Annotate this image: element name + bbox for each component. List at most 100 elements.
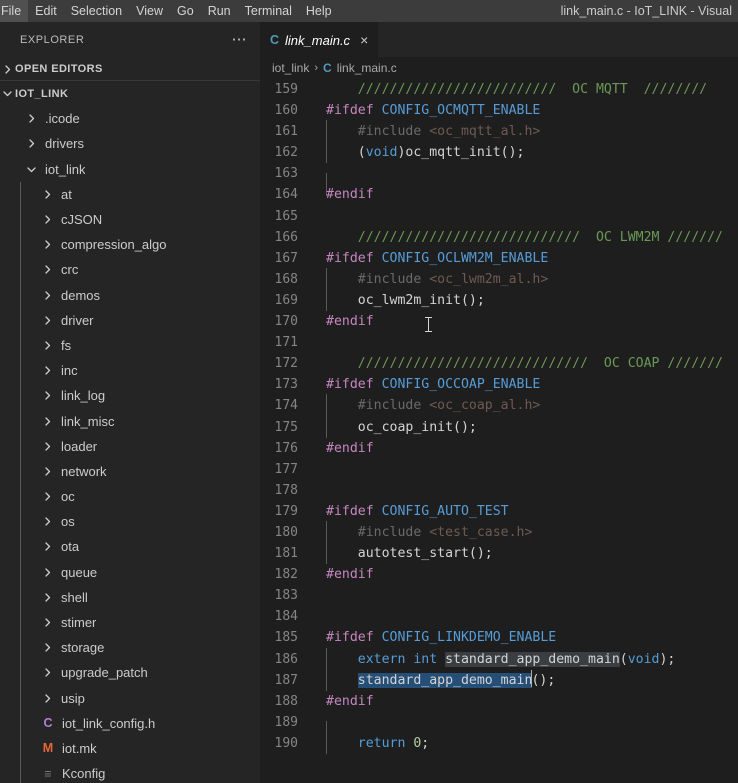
menu-item-selection[interactable]: Selection	[64, 0, 129, 22]
tree-section-iot-link[interactable]: IOT_LINK	[0, 81, 260, 106]
menu-item-edit[interactable]: Edit	[28, 0, 64, 22]
tree-section-label: OPEN EDITORS	[15, 63, 103, 75]
code-line[interactable]: 184	[260, 606, 738, 627]
code-line[interactable]: 170 #endif	[260, 311, 738, 332]
code-line[interactable]: 174 #include <oc_coap_al.h>	[260, 394, 738, 417]
tree-folder-inc[interactable]: inc	[0, 358, 260, 384]
code-line[interactable]: 183	[260, 585, 738, 606]
code-line[interactable]: 187 standard_app_demo_main();	[260, 668, 738, 691]
code-line[interactable]: 159 ///////////////////////// OC MQTT //…	[260, 79, 738, 100]
code-line[interactable]: 176 #endif	[260, 438, 738, 459]
code-token: #ifdef	[326, 103, 382, 119]
line-number: 164	[274, 187, 298, 203]
tree-file-iot-link-config-h[interactable]: Ciot_link_config.h	[0, 710, 260, 737]
menu-item-terminal[interactable]: Terminal	[238, 0, 299, 22]
tree-folder-drivers[interactable]: drivers	[0, 131, 260, 156]
tree-section-open-editors[interactable]: OPEN EDITORS	[0, 58, 260, 80]
code-token: return	[326, 735, 414, 751]
code-line[interactable]: 172 ///////////////////////////// OC COA…	[260, 353, 738, 374]
code-line-content: #ifdef CONFIG_LINKDEMO_ENABLE	[312, 627, 738, 648]
chevron-right-icon	[40, 592, 55, 603]
tree-file-kconfig[interactable]: ≡ Kconfig	[0, 761, 260, 783]
code-line-content: ///////////////////////////// OC COAP //…	[312, 353, 738, 374]
breadcrumb-file[interactable]: link_main.c	[337, 61, 397, 75]
tree-folder-network[interactable]: network	[0, 458, 260, 485]
line-number: 188	[274, 693, 298, 709]
tabs-empty-space	[379, 22, 738, 57]
file-tree[interactable]: OPEN EDITORS IOT_LINK .icode drivers iot_lin…	[0, 58, 260, 783]
code-line[interactable]: 164 #endif	[260, 184, 738, 205]
code-line[interactable]: 190 return 0;	[260, 731, 738, 754]
code-token: <oc_lwm2m_al.h>	[429, 271, 549, 287]
code-line[interactable]: 173 #ifdef CONFIG_OCCOAP_ENABLE	[260, 374, 738, 395]
code-line[interactable]: 167 #ifdef CONFIG_OCLWM2M_ENABLE	[260, 248, 738, 269]
code-token: <oc_coap_al.h>	[429, 398, 541, 414]
tree-folder-loader[interactable]: loader	[0, 433, 260, 460]
tree-folder-at[interactable]: at	[0, 181, 260, 208]
code-line[interactable]: 185 #ifdef CONFIG_LINKDEMO_ENABLE	[260, 627, 738, 648]
code-line[interactable]: 165	[260, 206, 738, 227]
tree-folder-os[interactable]: os	[0, 509, 260, 535]
code-line[interactable]: 186 extern int standard_app_demo_main(vo…	[260, 647, 738, 670]
close-icon[interactable]: ×	[360, 33, 368, 47]
code-line[interactable]: 179 #ifdef CONFIG_AUTO_TEST	[260, 501, 738, 522]
code-token: <test_case.h>	[429, 524, 533, 540]
code-line[interactable]: 161 #include <oc_mqtt_al.h>	[260, 120, 738, 143]
tree-folder-link-log[interactable]: link_log	[0, 383, 260, 409]
code-token: extern int	[326, 651, 446, 667]
tree-folder-oc[interactable]: oc	[0, 484, 260, 510]
tree-folder-queue[interactable]: queue	[0, 559, 260, 585]
code-line[interactable]: 178	[260, 480, 738, 501]
tree-item-label: cJSON	[61, 212, 103, 228]
code-token: #endif	[326, 567, 374, 583]
code-token: #include	[326, 524, 430, 540]
code-line[interactable]: 182 #endif	[260, 564, 738, 585]
breadcrumb-folder[interactable]: iot_link	[272, 61, 309, 75]
tree-folder-link-misc[interactable]: link_misc	[0, 408, 260, 434]
tree-folder-upgrade-patch[interactable]: upgrade_patch	[0, 660, 260, 686]
tree-folder-usip[interactable]: usip	[0, 685, 260, 711]
menu-item-go[interactable]: Go	[170, 0, 201, 22]
tab-link-main-c[interactable]: C link_main.c ×	[260, 22, 380, 57]
menu-item-view[interactable]: View	[129, 0, 170, 22]
code-line[interactable]: 166 //////////////////////////// OC LWM2…	[260, 227, 738, 248]
code-line-content: #ifdef CONFIG_OCCOAP_ENABLE	[312, 374, 738, 395]
code-line[interactable]: 175 oc_coap_init();	[260, 415, 738, 438]
code-line[interactable]: 171	[260, 332, 738, 353]
code-line[interactable]: 163	[260, 163, 738, 195]
code-line[interactable]: 189	[260, 712, 738, 744]
menu-bar[interactable]: File Edit Selection View Go Run Terminal Help	[0, 0, 339, 22]
code-line[interactable]: 169 oc_lwm2m_init();	[260, 288, 738, 312]
code-line[interactable]: 168 #include <oc_lwm2m_al.h>	[260, 267, 738, 290]
code-token: oc_lwm2m_init();	[326, 292, 485, 308]
code-editor[interactable]: 159 ///////////////////////// OC MQTT //…	[260, 79, 738, 783]
code-line[interactable]: 188 #endif	[260, 691, 738, 712]
menu-item-help[interactable]: Help	[299, 0, 339, 22]
tree-folder-driver[interactable]: driver	[0, 307, 260, 334]
tree-folder-ota[interactable]: ota	[0, 534, 260, 560]
code-line[interactable]: 177	[260, 459, 738, 480]
tree-file-iot-mk[interactable]: Miot.mk	[0, 735, 260, 762]
tree-folder-cjson[interactable]: cJSON	[0, 206, 260, 233]
line-number: 189	[274, 714, 298, 730]
tree-folder-icode[interactable]: .icode	[0, 106, 260, 131]
menu-item-run[interactable]: Run	[201, 0, 238, 22]
tree-folder-stimer[interactable]: stimer	[0, 609, 260, 636]
ellipsis-icon[interactable]: ⋯	[232, 32, 249, 47]
tree-folder-fs[interactable]: fs	[0, 332, 260, 359]
tree-folder-crc[interactable]: crc	[0, 257, 260, 283]
code-line[interactable]: 180 #include <test_case.h>	[260, 520, 738, 544]
tree-folder-storage[interactable]: storage	[0, 635, 260, 661]
code-line[interactable]: 181 autotest_start();	[260, 542, 738, 565]
tree-folder-shell[interactable]: shell	[0, 584, 260, 611]
code-line[interactable]: 162 (void)oc_mqtt_init();	[260, 141, 738, 164]
line-number: 175	[274, 419, 298, 435]
tree-folder-iot-link[interactable]: iot_link	[0, 157, 260, 182]
code-line[interactable]: 160 #ifdef CONFIG_OCMQTT_ENABLE	[260, 100, 738, 121]
tree-folder-compression-algo[interactable]: compression_algo	[0, 232, 260, 258]
tree-folder-demos[interactable]: demos	[0, 282, 260, 308]
menu-item-file[interactable]: File	[0, 0, 29, 22]
tree-section-label: IOT_LINK	[15, 87, 69, 100]
chevron-right-icon	[40, 667, 55, 678]
